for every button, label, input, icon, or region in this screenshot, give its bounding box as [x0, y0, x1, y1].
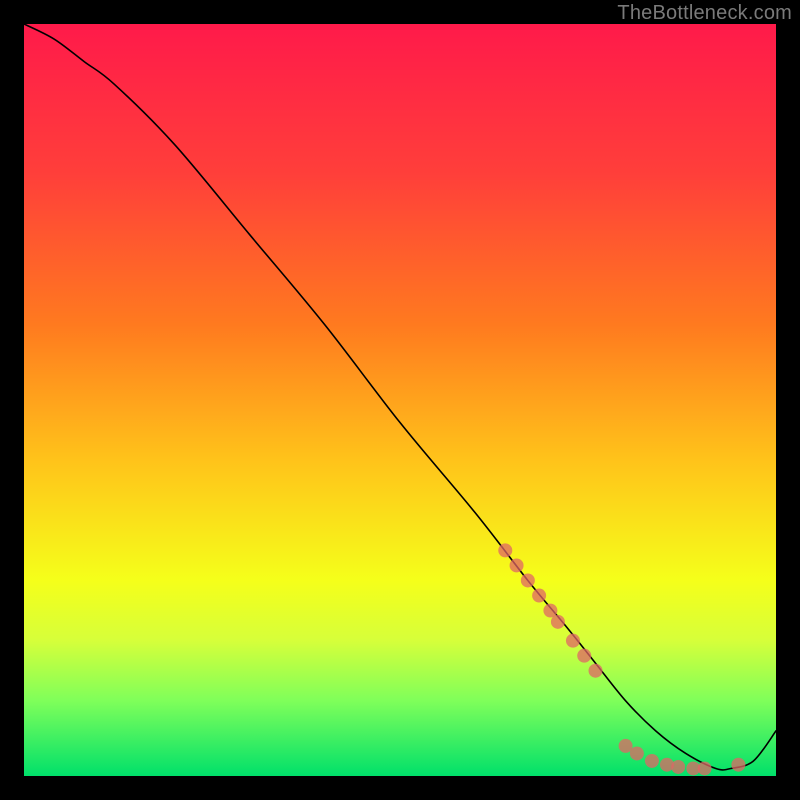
marker-dot [645, 754, 659, 768]
marker-dot [577, 649, 591, 663]
marker-dot [521, 573, 535, 587]
marker-dot [510, 558, 524, 572]
marker-dot [698, 761, 712, 775]
plot-area [24, 24, 776, 776]
marker-dot [731, 758, 745, 772]
chart-svg [24, 24, 776, 776]
marker-dot [589, 664, 603, 678]
marker-dot [551, 615, 565, 629]
marker-dot [498, 543, 512, 557]
marker-dot [630, 746, 644, 760]
marker-dot [671, 760, 685, 774]
marker-dot [566, 634, 580, 648]
marker-group [498, 543, 745, 775]
bottleneck-curve-path [24, 24, 776, 770]
chart-stage: TheBottleneck.com [0, 0, 800, 800]
watermark-text: TheBottleneck.com [617, 2, 792, 25]
marker-dot [532, 589, 546, 603]
